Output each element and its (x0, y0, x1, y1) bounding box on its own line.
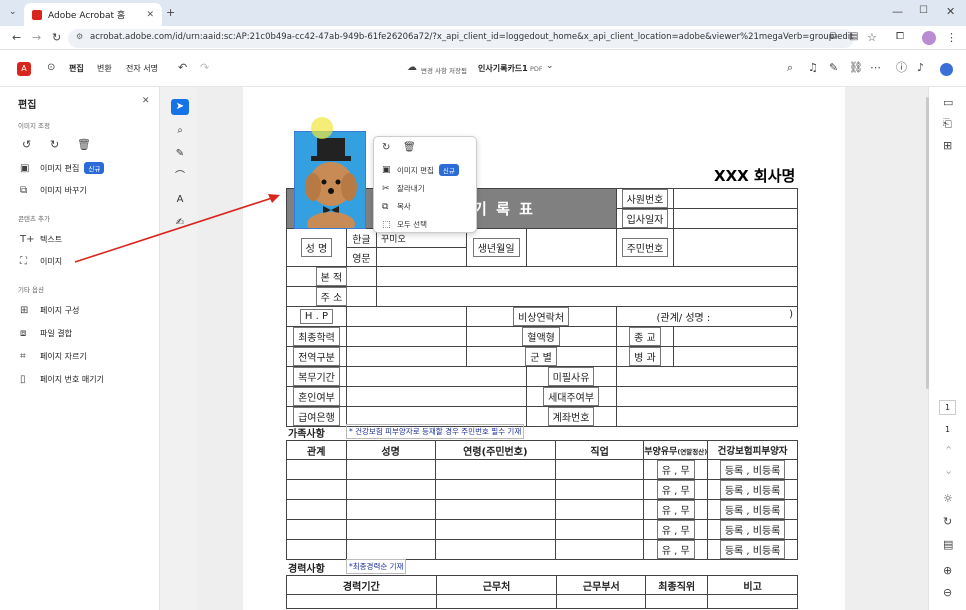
zoom-in-icon[interactable]: ⊕ (943, 565, 952, 576)
save-page-icon[interactable]: ▤ (943, 539, 953, 550)
refresh-icon[interactable]: ↻ (943, 516, 952, 527)
annotation-arrow (74, 194, 280, 263)
brightness-icon[interactable]: ☼ (943, 493, 953, 504)
bookmark-panel-icon[interactable]: ⎗ (943, 118, 952, 129)
page-down-icon[interactable]: ⌄ (944, 465, 953, 476)
scrollbar[interactable] (926, 97, 929, 389)
page-number-input[interactable]: 1 (939, 400, 956, 415)
right-sidebar: ▭ ⎗ ⊞ 1 1 ⌃ ⌄ ☼ ↻ ▤ ⊕ ⊖ (926, 87, 966, 610)
page-up-icon[interactable]: ⌃ (944, 445, 953, 456)
zoom-out-icon[interactable]: ⊖ (943, 587, 952, 598)
thumbnails-icon[interactable]: ⊞ (943, 140, 952, 151)
page-total: 1 (945, 425, 951, 434)
comments-panel-icon[interactable]: ▭ (943, 97, 953, 108)
